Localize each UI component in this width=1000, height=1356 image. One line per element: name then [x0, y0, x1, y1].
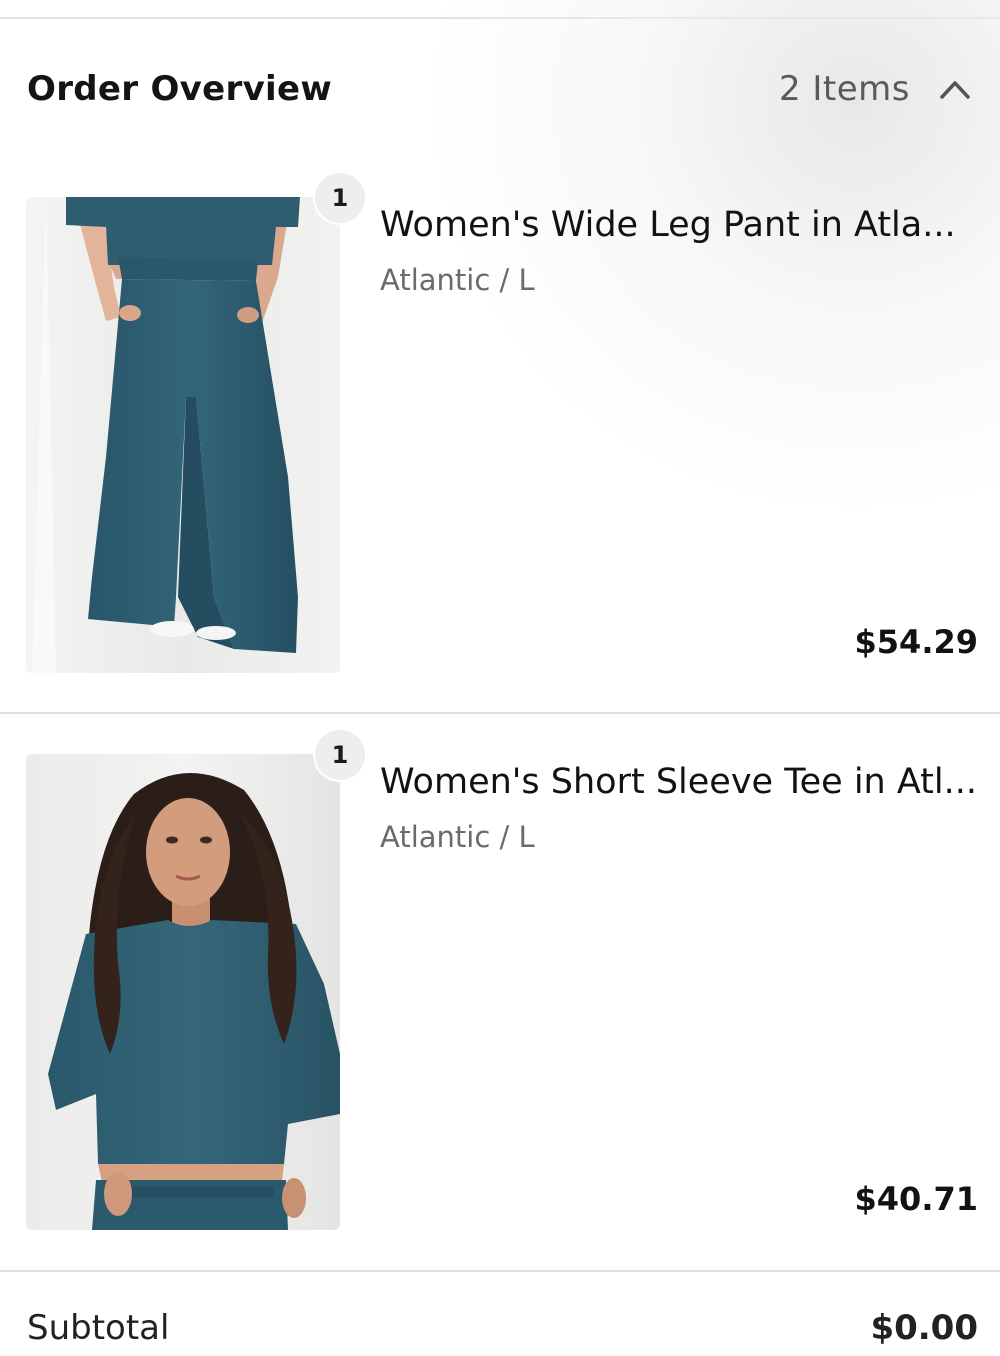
product-name[interactable]: Women's Wide Leg Pant in Atla...	[380, 205, 975, 245]
item-count[interactable]: 2 Items	[779, 69, 910, 109]
product-variant: Atlantic / L	[380, 820, 535, 854]
subtotal-value: $0.00	[870, 1308, 978, 1348]
product-image-wide-leg-pant	[26, 197, 340, 673]
order-item: 1 Women's Wide Leg Pant in Atla... Atlan…	[0, 171, 1000, 717]
product-variant: Atlantic / L	[380, 263, 535, 297]
order-overview-title: Order Overview	[27, 69, 333, 109]
subtotal-row: Subtotal $0.00	[0, 1296, 1000, 1356]
product-price: $40.71	[854, 1180, 978, 1218]
product-image-short-sleeve-tee	[26, 754, 340, 1230]
item-divider	[0, 1270, 1000, 1272]
chevron-up-icon[interactable]	[938, 77, 972, 101]
quantity-badge: 1	[313, 171, 367, 225]
item-divider	[0, 712, 1000, 714]
order-item: 1 Women's Short Sleeve Tee in Atl... Atl…	[0, 728, 1000, 1274]
order-overview-header[interactable]: Order Overview 2 Items	[0, 19, 1000, 159]
product-name[interactable]: Women's Short Sleeve Tee in Atl...	[380, 762, 975, 802]
quantity-badge: 1	[313, 728, 367, 782]
product-price: $54.29	[854, 623, 978, 661]
subtotal-label: Subtotal	[27, 1308, 170, 1348]
